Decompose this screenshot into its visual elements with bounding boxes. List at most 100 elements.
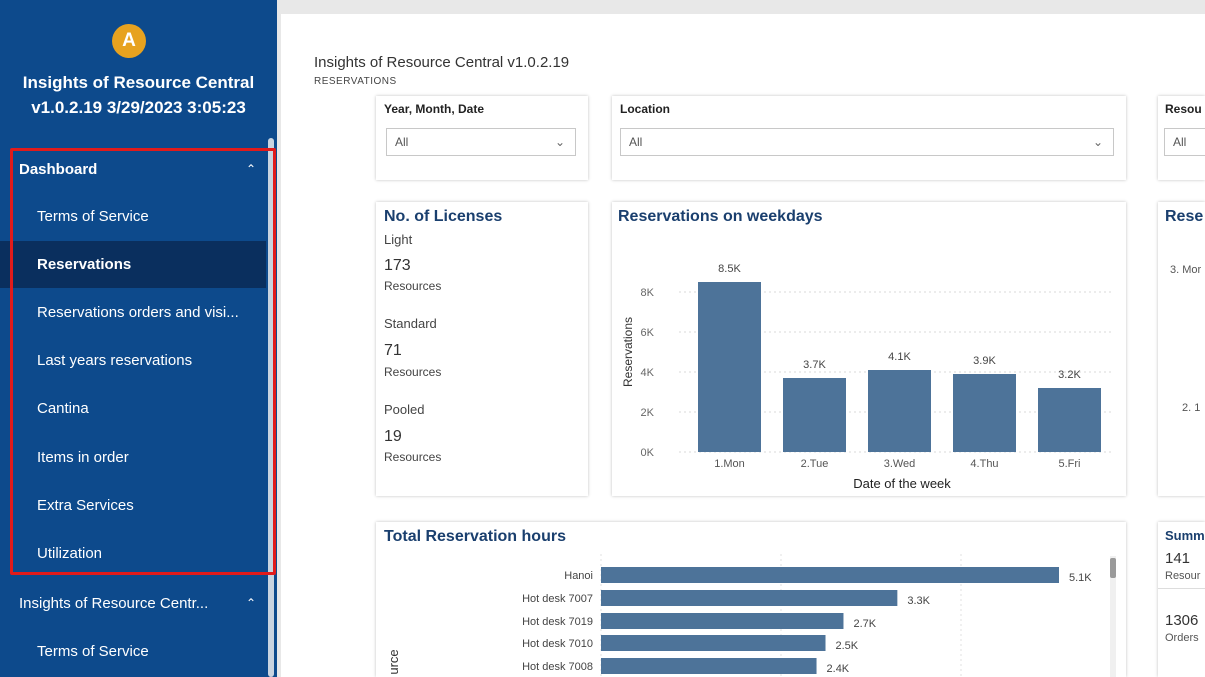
y-tick-label: Hot desk 7010: [522, 638, 593, 650]
right-chart-label: 3. Mor: [1170, 264, 1202, 276]
bar-value-label: 2.7K: [853, 618, 876, 630]
license-type-label: Standard: [384, 316, 437, 331]
bar: [601, 567, 1059, 583]
y-axis-label: urce: [386, 649, 401, 674]
bar: [1038, 388, 1101, 452]
right-chart-card: Rese 3. Mor 2. 1: [1158, 202, 1205, 496]
x-tick-label: 3.Wed: [884, 458, 916, 470]
bar: [601, 635, 826, 651]
nav-section-insights[interactable]: Insights of Resource Centr... ⌃: [0, 582, 266, 624]
nav-section-label: Insights of Resource Centr...: [19, 594, 209, 612]
filter-card-date: Year, Month, Date All ⌄: [376, 96, 588, 180]
bar-value-label: 2.5K: [836, 640, 859, 652]
nav-item-last-years-reservations[interactable]: Last years reservations: [0, 337, 266, 384]
summary-label: Resour: [1165, 570, 1201, 582]
license-count: 19: [384, 428, 402, 445]
summary-value: 1306: [1165, 612, 1199, 629]
nav-item-cantina[interactable]: Cantina: [0, 385, 266, 432]
license-type-label: Pooled: [384, 402, 425, 417]
filter-label: Resou: [1165, 102, 1202, 116]
nav-section-label: Dashboard: [19, 160, 98, 178]
y-tick-label: Hanoi: [564, 570, 593, 582]
nav-item-terms-of-service[interactable]: Terms of Service: [0, 193, 266, 240]
chevron-down-icon: ⌄: [1092, 135, 1103, 149]
bar-value-label: 3.9K: [973, 355, 996, 367]
x-tick-label: 5.Fri: [1059, 458, 1081, 470]
y-tick-label: Hot desk 7019: [522, 616, 593, 628]
hours-chart: Hanoi 5.1K Hot desk 7007 3.3K Hot desk 7019 2…: [386, 554, 1116, 677]
summary-title: Summ: [1165, 528, 1205, 543]
dropdown-value: All: [629, 135, 643, 149]
nav-section-dashboard[interactable]: Dashboard ⌃: [0, 148, 266, 190]
bar-value-label: 3.7K: [803, 359, 826, 371]
resource-dropdown[interactable]: All: [1164, 128, 1205, 156]
sidebar: A Insights of Resource Central v1.0.2.19…: [0, 0, 277, 677]
y-tick-label: 0K: [641, 447, 655, 459]
bar: [601, 613, 844, 629]
bar-value-label: 3.2K: [1058, 369, 1081, 381]
x-axis-label: Date of the week: [853, 476, 951, 491]
app-title-line2: v1.0.2.19 3/29/2023 3:05:23: [31, 98, 246, 117]
bar: [601, 658, 817, 674]
bar: [868, 370, 931, 452]
weekday-chart-card: Reservations on weekdays 8K 6K 4K 2K 0K Reser…: [612, 202, 1126, 496]
nav-item-utilization[interactable]: Utilization: [0, 530, 266, 577]
nav-item-label: Cantina: [37, 400, 89, 417]
y-tick-label: 8K: [641, 287, 655, 299]
right-chart-title: Rese: [1165, 208, 1204, 225]
license-count: 71: [384, 342, 402, 359]
bar-value-label: 2.4K: [827, 663, 850, 675]
bar-value-label: 8.5K: [718, 263, 741, 275]
nav-item-label: Items in order: [37, 449, 129, 466]
chevron-up-icon[interactable]: ⌃: [236, 162, 266, 176]
summary-card: Summ 141 Resour 1306 Orders: [1158, 522, 1205, 677]
y-tick-label: 6K: [641, 327, 655, 339]
nav-item-reservations[interactable]: Reservations: [0, 241, 266, 288]
nav-item-reservations-orders[interactable]: Reservations orders and visi...: [0, 289, 266, 336]
filter-label: Location: [620, 102, 670, 116]
licenses-title: No. of Licenses: [384, 208, 503, 225]
summary-value: 141: [1165, 550, 1191, 567]
nav-item-label: Last years reservations: [37, 352, 193, 369]
date-dropdown[interactable]: All ⌄: [386, 128, 576, 156]
chevron-down-icon: ⌄: [554, 135, 565, 149]
bar: [698, 282, 761, 452]
nav-item-label: Utilization: [37, 545, 103, 562]
filter-card-location: Location All ⌄: [612, 96, 1126, 180]
summary-divider: [1158, 588, 1205, 589]
nav-item-items-in-order[interactable]: Items in order: [0, 434, 266, 481]
dropdown-value: All: [1173, 135, 1187, 149]
scrollbar-thumb: [1110, 558, 1116, 578]
x-tick-label: 2.Tue: [801, 458, 829, 470]
nav-item-terms-of-service-2[interactable]: Terms of Service: [0, 628, 266, 675]
nav-item-label: Extra Services: [37, 497, 134, 514]
app-title: Insights of Resource Central v1.0.2.19 3…: [0, 70, 277, 120]
license-count: 173: [384, 257, 411, 274]
nav-item-extra-services[interactable]: Extra Services: [0, 482, 266, 529]
chevron-up-icon[interactable]: ⌃: [236, 596, 266, 610]
summary-label: Orders: [1165, 632, 1199, 644]
report-subtitle: RESERVATIONS: [314, 76, 397, 87]
filter-label: Year, Month, Date: [384, 102, 485, 116]
license-unit: Resources: [384, 365, 442, 379]
license-unit: Resources: [384, 450, 442, 464]
sidebar-scrollbar[interactable]: [268, 138, 274, 677]
license-unit: Resources: [384, 279, 442, 293]
weekday-chart: 8K 6K 4K 2K 0K Reservations 8.5K 1.Mon 3.7K 2.Tue…: [621, 263, 1112, 491]
bar-value-label: 4.1K: [888, 351, 911, 363]
license-type-label: Light: [384, 232, 413, 247]
y-tick-label: 4K: [641, 367, 655, 379]
y-tick-label: 2K: [641, 407, 655, 419]
report-title: Insights of Resource Central v1.0.2.19: [314, 54, 570, 71]
right-chart-label: 2. 1: [1182, 402, 1201, 414]
y-tick-label: Hot desk 7008: [522, 661, 593, 673]
bar: [783, 378, 846, 452]
bar: [601, 590, 898, 606]
nav-item-label: Terms of Service: [37, 208, 149, 225]
nav-item-label: Reservations: [37, 256, 132, 273]
y-tick-label: Hot desk 7007: [522, 593, 593, 605]
x-tick-label: 1.Mon: [714, 458, 745, 470]
y-axis-label: Reservations: [621, 317, 635, 387]
hours-chart-card: Total Reservation hours Hanoi 5.1K Hot des…: [376, 522, 1126, 677]
location-dropdown[interactable]: All ⌄: [620, 128, 1114, 156]
